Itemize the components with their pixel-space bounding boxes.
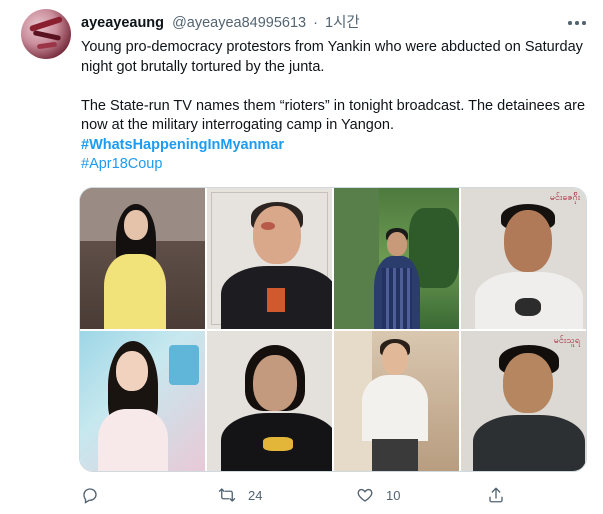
media-photo-2[interactable] xyxy=(207,188,332,329)
display-name[interactable]: ayeayeaung xyxy=(81,15,164,31)
retweet-count: 24 xyxy=(248,487,263,503)
share-button[interactable] xyxy=(487,482,505,508)
like-count: 10 xyxy=(386,487,401,503)
photo-4-name-label: မင်း‌ဇေဂ်ိုး xyxy=(549,193,580,203)
hashtag-link-apr18coup[interactable]: #Apr18Coup xyxy=(81,155,586,175)
reply-button[interactable] xyxy=(81,482,111,508)
media-grid: မင်း‌ဇေဂ်ိုး မင xyxy=(79,187,587,472)
tweet-header: ayeayeaung @ayeayea84995613 · 1시간 xyxy=(81,14,360,32)
media-photo-6[interactable] xyxy=(207,330,332,471)
reply-icon xyxy=(83,488,97,504)
header-separator: · xyxy=(313,15,318,31)
more-horizontal-icon[interactable] xyxy=(566,14,588,32)
tweet-paragraph-1: Young pro-democracy protestors from Yank… xyxy=(81,39,583,75)
tweet-card[interactable]: ayeayeaung @ayeayea84995613 · 1시간 Young … xyxy=(0,0,603,514)
media-photo-7[interactable] xyxy=(334,330,459,471)
timestamp[interactable]: 1시간 xyxy=(325,15,360,31)
hashtag-link-whatshappeninginmyanmar[interactable]: #WhatsHappeningInMyanmar xyxy=(81,136,586,156)
media-photo-5[interactable] xyxy=(80,330,205,471)
tweet-actions: 24 10 xyxy=(81,482,511,508)
tweet-text: Young pro-democracy protestors from Yank… xyxy=(81,38,586,175)
avatar[interactable] xyxy=(21,9,71,59)
tweet-paragraph-2: The State-run TV names them “rioters” in… xyxy=(81,97,586,134)
media-photo-4[interactable]: မင်း‌ဇေဂ်ိုး xyxy=(461,188,586,329)
heart-icon xyxy=(357,488,373,502)
media-photo-3[interactable] xyxy=(334,188,459,329)
user-handle[interactable]: @ayeayea84995613 xyxy=(172,15,306,31)
retweet-icon xyxy=(218,488,236,502)
retweet-button[interactable]: 24 xyxy=(218,482,262,508)
media-photo-8[interactable]: မင်းသူရ xyxy=(461,330,586,471)
media-photo-1[interactable] xyxy=(80,188,205,329)
photo-8-name-label: မင်းသူရ xyxy=(553,335,580,346)
share-icon xyxy=(489,487,503,503)
like-button[interactable]: 10 xyxy=(356,482,400,508)
